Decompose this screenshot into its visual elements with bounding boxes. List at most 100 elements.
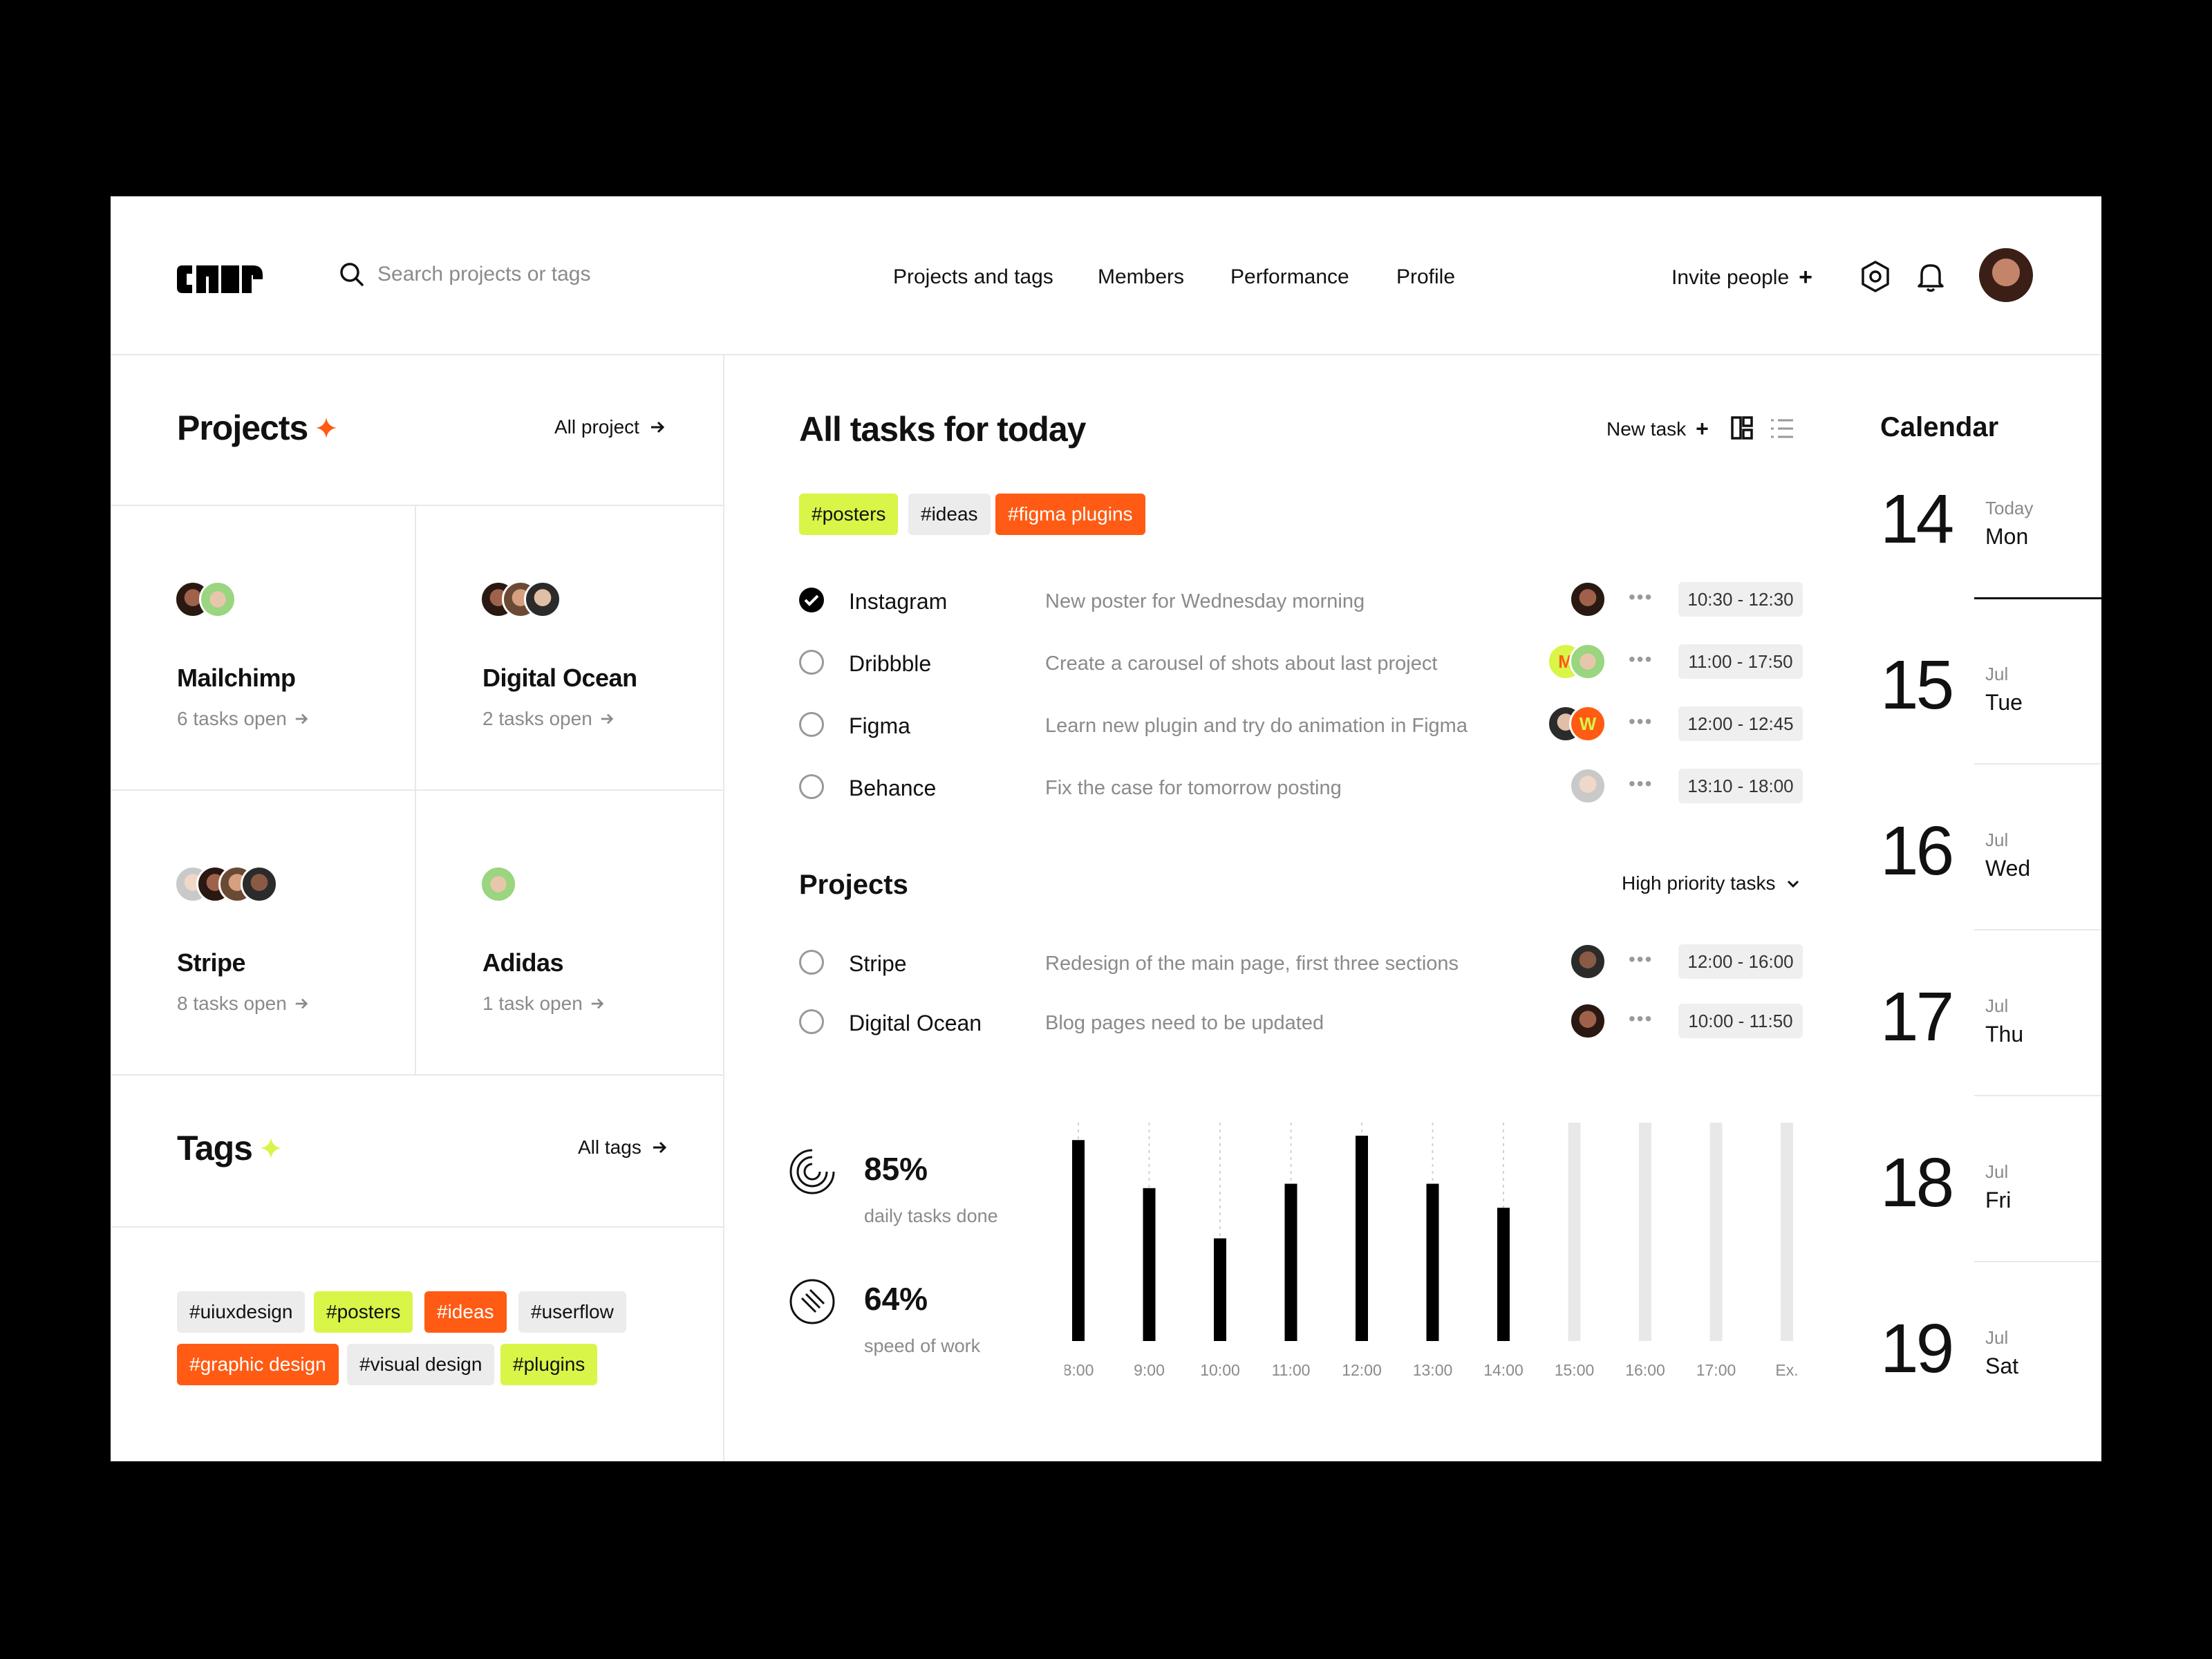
- bell-icon[interactable]: [1915, 260, 1947, 293]
- project-task-count[interactable]: 1 task open: [482, 993, 605, 1015]
- more-icon[interactable]: •••: [1629, 773, 1653, 795]
- task-checkbox-checked[interactable]: [799, 588, 824, 612]
- project-card-stripe[interactable]: Stripe 8 tasks open: [111, 791, 415, 1074]
- project-name: Mailchimp: [177, 664, 296, 692]
- plus-icon: +: [1799, 264, 1812, 290]
- filter-tag[interactable]: #posters: [799, 494, 899, 535]
- tag-chip[interactable]: #posters: [314, 1291, 413, 1333]
- calendar-day-number[interactable]: 19: [1880, 1309, 1954, 1389]
- task-checkbox[interactable]: [799, 774, 824, 799]
- chart-bar-1000[interactable]: [1214, 1238, 1226, 1341]
- chart-bar-1700[interactable]: [1709, 1123, 1723, 1341]
- more-icon[interactable]: •••: [1629, 648, 1653, 671]
- chart-bar-800[interactable]: [1072, 1140, 1085, 1341]
- priority-dropdown-label: High priority tasks: [1622, 872, 1776, 894]
- chart-tick-label: 12:00: [1342, 1361, 1382, 1379]
- calendar-weekday: Sat: [1985, 1353, 2019, 1378]
- chart-bar-1600[interactable]: [1639, 1123, 1651, 1341]
- task-count-label: 6 tasks open: [177, 708, 287, 729]
- task-checkbox[interactable]: [799, 1009, 824, 1034]
- tag-chip[interactable]: #ideas: [424, 1291, 507, 1333]
- task-checkbox[interactable]: [799, 650, 824, 675]
- task-checkbox[interactable]: [799, 712, 824, 737]
- tag-chip[interactable]: #graphic design: [177, 1344, 339, 1385]
- time-badge: 12:00 - 12:45: [1678, 706, 1803, 741]
- nav-performance[interactable]: Performance: [1230, 265, 1349, 289]
- search-input[interactable]: Search projects or tags: [377, 263, 590, 286]
- calendar-month: Jul: [1985, 664, 2009, 684]
- chart-bar-1100[interactable]: [1284, 1183, 1297, 1341]
- tag-chip[interactable]: #plugins: [500, 1344, 598, 1385]
- task-description: New poster for Wednesday morning: [1045, 590, 1365, 612]
- avatar: [480, 865, 517, 903]
- chart-tick-label: 14:00: [1483, 1361, 1524, 1379]
- project-card-digital-ocean[interactable]: Digital Ocean 2 tasks open: [416, 505, 723, 789]
- arrow-right-icon: [295, 998, 308, 1009]
- assignee-avatar: [1569, 643, 1606, 680]
- nav-members[interactable]: Members: [1098, 265, 1184, 289]
- tag-chip[interactable]: #userflow: [518, 1291, 626, 1333]
- priority-dropdown[interactable]: High priority tasks: [1622, 872, 1801, 894]
- all-projects-link[interactable]: All project: [554, 416, 666, 438]
- task-name[interactable]: Figma: [849, 713, 910, 739]
- invite-people-button[interactable]: Invite people +: [1671, 264, 1812, 291]
- chart-tick-label: 9:00: [1134, 1361, 1165, 1379]
- all-tags-label: All tags: [578, 1136, 641, 1158]
- chart-bar-1200[interactable]: [1356, 1135, 1368, 1341]
- task-name[interactable]: Behance: [849, 776, 936, 801]
- chart-bar-900[interactable]: [1143, 1188, 1156, 1341]
- task-name[interactable]: Digital Ocean: [849, 1011, 982, 1036]
- settings-icon[interactable]: [1859, 260, 1891, 293]
- calendar-day-number[interactable]: 17: [1880, 977, 1954, 1057]
- project-task-count[interactable]: 8 tasks open: [177, 993, 309, 1015]
- chart-tick-label: 11:00: [1272, 1361, 1311, 1379]
- project-task-count[interactable]: 2 tasks open: [482, 708, 615, 730]
- chart-tick-label: Ex.: [1775, 1361, 1798, 1379]
- more-icon[interactable]: •••: [1629, 586, 1653, 608]
- filter-tag[interactable]: #figma plugins: [995, 494, 1145, 535]
- new-task-button[interactable]: New task +: [1606, 416, 1709, 442]
- chart-bar-Ex[interactable]: [1781, 1123, 1793, 1341]
- task-description: Blog pages need to be updated: [1045, 1012, 1324, 1034]
- more-icon[interactable]: •••: [1629, 711, 1653, 733]
- chart-bar-1500[interactable]: [1568, 1123, 1581, 1341]
- filter-tag[interactable]: #ideas: [908, 494, 991, 535]
- tag-chip[interactable]: #uiuxdesign: [177, 1291, 306, 1333]
- more-icon[interactable]: •••: [1629, 1008, 1653, 1030]
- project-name: Adidas: [482, 948, 564, 977]
- all-projects-label: All project: [554, 416, 639, 438]
- task-description: Learn new plugin and try do animation in…: [1045, 715, 1468, 737]
- projects-header: Projects: [177, 408, 337, 448]
- list-view-icon[interactable]: [1770, 418, 1794, 440]
- task-name[interactable]: Instagram: [849, 589, 947, 615]
- project-card-mailchimp[interactable]: Mailchimp 6 tasks open: [111, 505, 415, 789]
- user-avatar[interactable]: [1977, 246, 2035, 304]
- calendar-day-number[interactable]: 15: [1880, 646, 1954, 725]
- chart-bar-1400[interactable]: [1497, 1208, 1510, 1341]
- divider: [111, 1226, 723, 1228]
- chart-bar-1300[interactable]: [1426, 1183, 1439, 1341]
- tag-chip[interactable]: #visual design: [347, 1344, 495, 1385]
- more-icon[interactable]: •••: [1629, 948, 1653, 971]
- search-bar[interactable]: Search projects or tags: [339, 261, 590, 288]
- board-view-icon[interactable]: [1731, 416, 1753, 440]
- all-tags-link[interactable]: All tags: [578, 1136, 668, 1159]
- project-name: Stripe: [177, 948, 246, 977]
- nav-profile[interactable]: Profile: [1396, 265, 1455, 289]
- task-description: Fix the case for tomorrow posting: [1045, 777, 1342, 799]
- project-task-count[interactable]: 6 tasks open: [177, 708, 309, 730]
- task-name[interactable]: Dribbble: [849, 651, 931, 677]
- search-icon: [340, 263, 364, 286]
- calendar-day-number[interactable]: 16: [1880, 812, 1954, 891]
- arrow-right-icon: [601, 713, 614, 724]
- logo[interactable]: [177, 265, 263, 293]
- avatar: [199, 581, 236, 618]
- task-checkbox[interactable]: [799, 950, 824, 975]
- project-card-adidas[interactable]: Adidas 1 task open: [416, 791, 723, 1074]
- app-window: cmr Search projects or tags Projects and…: [111, 196, 2101, 1461]
- calendar-day-number[interactable]: 18: [1880, 1143, 1954, 1223]
- calendar-day-number[interactable]: 14: [1880, 480, 1954, 559]
- task-name[interactable]: Stripe: [849, 951, 907, 977]
- chevron-down-icon: [1787, 880, 1799, 888]
- nav-projects-and-tags[interactable]: Projects and tags: [893, 265, 1053, 289]
